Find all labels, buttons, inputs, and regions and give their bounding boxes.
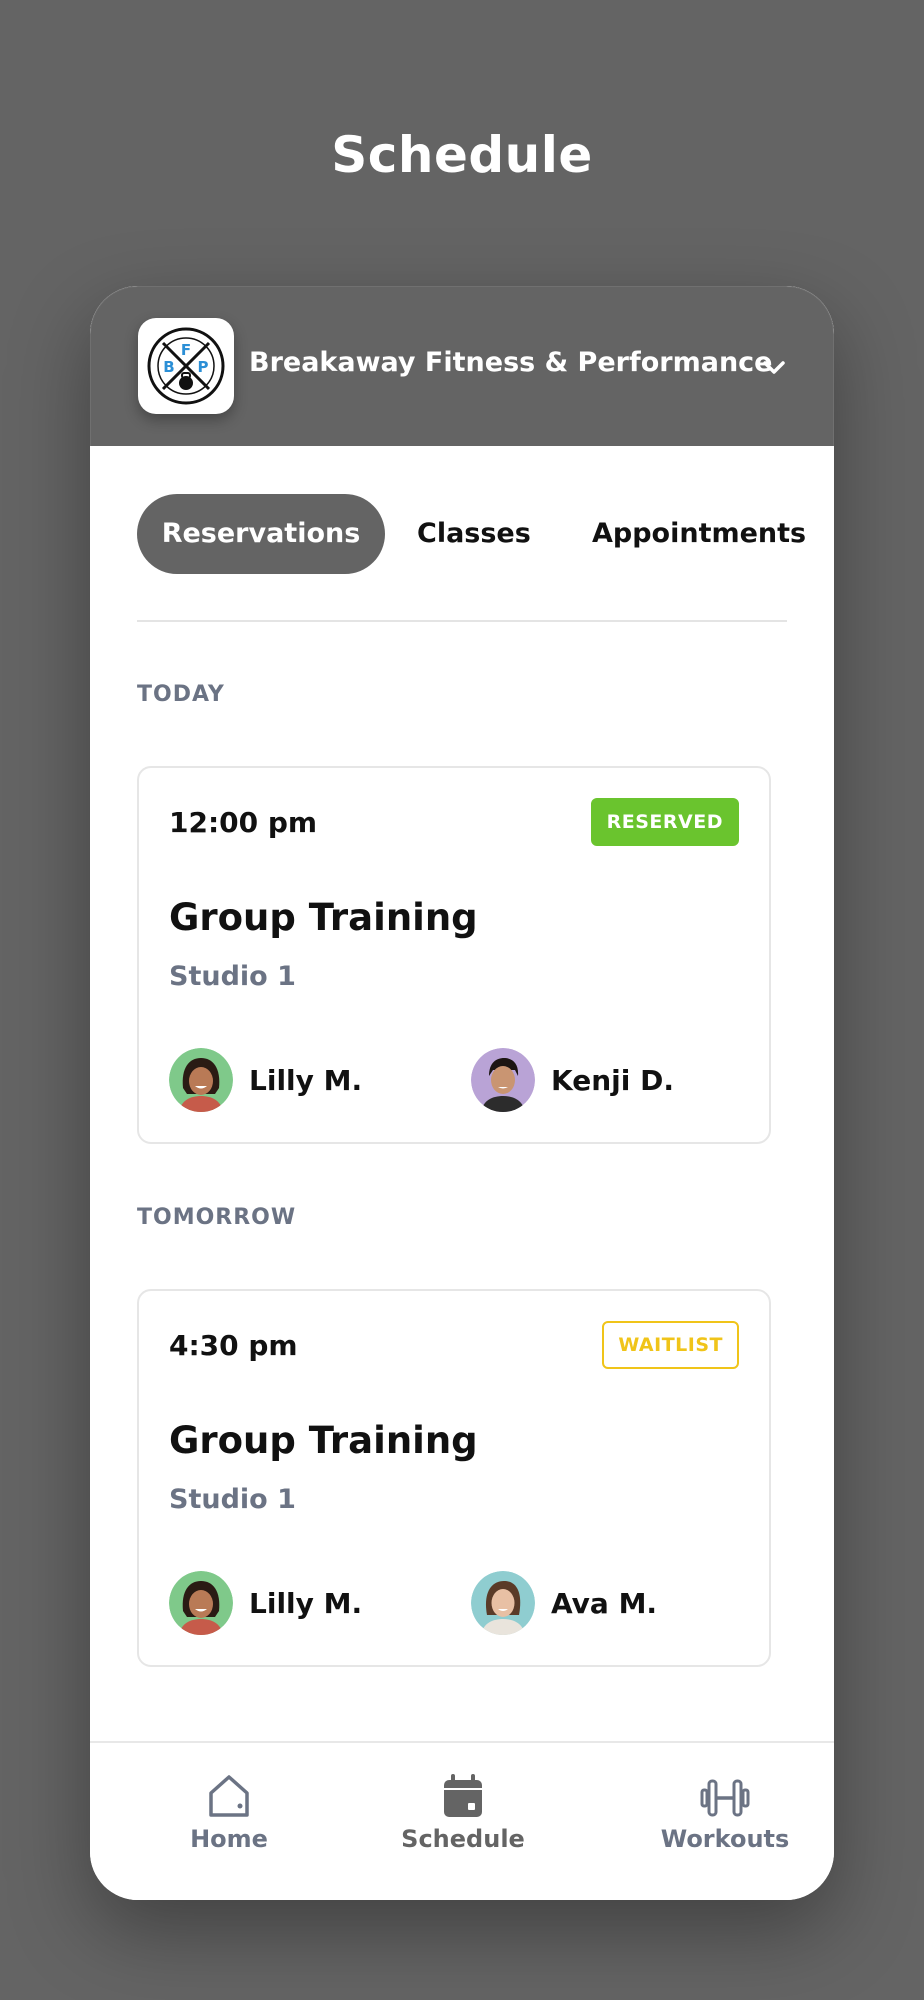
gym-logo-emblem: F B P — [147, 327, 225, 405]
section-label-tomorrow: TOMORROW — [137, 1205, 297, 1230]
gym-selector[interactable]: F B P Breakaway Fitness & Performance — [90, 286, 834, 446]
attendee: Ava M. — [471, 1571, 657, 1635]
attendee: Lilly M. — [169, 1571, 362, 1635]
gym-name: Breakaway Fitness & Performance — [249, 347, 773, 378]
attendee: Kenji D. — [471, 1048, 674, 1112]
class-title: Group Training — [169, 1419, 478, 1462]
class-location: Studio 1 — [169, 1484, 296, 1515]
reservation-card[interactable]: 4:30 pm WAITLIST Group Training Studio 1… — [137, 1289, 771, 1667]
nav-label: Workouts — [660, 1825, 790, 1853]
nav-label: Schedule — [401, 1825, 525, 1853]
home-icon — [209, 1775, 249, 1817]
page-title: Schedule — [331, 126, 593, 184]
dumbbell-icon — [700, 1779, 750, 1817]
reservation-card[interactable]: 12:00 pm RESERVED Group Training Studio … — [137, 766, 771, 1144]
tab-reservations[interactable]: Reservations — [137, 494, 385, 574]
reservations-content: Reservations Classes Appointments TODAY … — [90, 446, 834, 1741]
attendee-name: Lilly M. — [249, 1063, 363, 1097]
class-time: 4:30 pm — [169, 1329, 298, 1362]
tab-divider — [137, 620, 787, 622]
tab-appointments[interactable]: Appointments — [592, 494, 806, 574]
attendee-name: Lilly M. — [249, 1586, 363, 1620]
nav-workouts[interactable]: Workouts — [635, 1777, 815, 1853]
status-badge: RESERVED — [590, 798, 739, 846]
attendee-name: Ava M. — [551, 1586, 658, 1620]
tab-classes[interactable]: Classes — [417, 494, 531, 574]
avatar — [471, 1048, 535, 1112]
gym-logo: F B P — [138, 318, 234, 414]
chevron-down-icon[interactable] — [759, 353, 789, 383]
class-title: Group Training — [169, 896, 478, 939]
attendee-name: Kenji D. — [551, 1063, 674, 1097]
bottom-nav: Home Schedule Workouts — [90, 1741, 834, 1900]
avatar — [169, 1048, 233, 1112]
logo-letter-b: B — [163, 358, 174, 376]
nav-schedule[interactable]: Schedule — [373, 1773, 553, 1853]
nav-home[interactable]: Home — [139, 1773, 319, 1853]
avatar — [471, 1571, 535, 1635]
status-badge: WAITLIST — [602, 1321, 739, 1369]
avatar — [169, 1571, 233, 1635]
class-location: Studio 1 — [169, 961, 296, 992]
attendee: Lilly M. — [169, 1048, 362, 1112]
schedule-panel: F B P Breakaway Fitness & Performance Re… — [90, 286, 834, 1900]
calendar-icon — [444, 1774, 482, 1817]
logo-letter-p: P — [198, 358, 209, 376]
section-label-today: TODAY — [137, 682, 225, 707]
nav-label: Home — [190, 1825, 268, 1853]
class-time: 12:00 pm — [169, 806, 318, 839]
logo-letter-f: F — [181, 341, 191, 359]
